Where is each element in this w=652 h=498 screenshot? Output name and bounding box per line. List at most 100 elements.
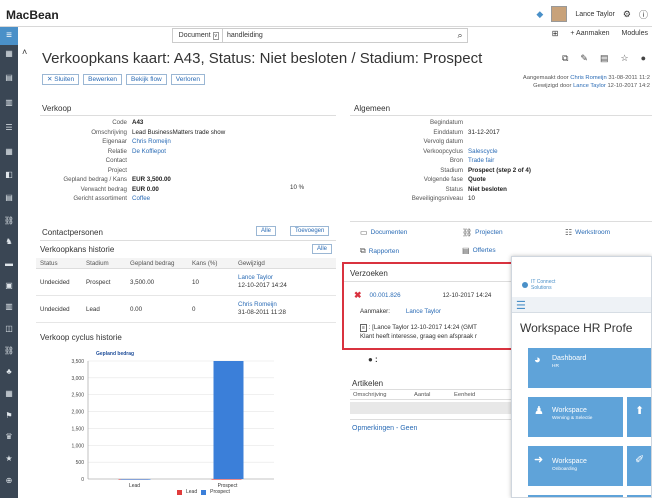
col-eenheid[interactable]: Eenheid <box>454 392 494 398</box>
algemeen-value: Quote <box>468 176 486 183</box>
historie-table: Status Stadium Gepland bedrag Kans (%) G… <box>36 258 336 323</box>
opmerkingen-link[interactable]: Opmerkingen - Geen <box>352 425 417 432</box>
lost-button[interactable]: Verloren <box>170 74 205 85</box>
expand-icon[interactable]: ⊞ <box>552 29 559 38</box>
sidebar-icon-5[interactable]: ▦ <box>3 147 15 156</box>
sidebar-icon-12[interactable]: ▥ <box>3 302 15 311</box>
menu-icon[interactable]: ≡ <box>0 27 18 45</box>
sidebar-icon-9[interactable]: ♞ <box>3 237 15 246</box>
close-icon[interactable]: ✖ <box>354 290 362 301</box>
verkoop-row: Contact <box>40 156 225 166</box>
contact-add-button[interactable]: Toevoegen <box>290 226 330 236</box>
werkstroom-link[interactable]: ☷ Werkstroom <box>565 228 610 237</box>
close-button[interactable]: ✕ Sluiten <box>42 74 80 85</box>
cell-gewijzigd-who[interactable]: Lance Taylor <box>238 274 324 282</box>
sidebar-icon-8[interactable]: ⛓ <box>3 216 15 225</box>
info-icon[interactable]: ● <box>641 53 646 64</box>
search-input[interactable]: handleiding <box>223 32 453 39</box>
sidebar-icon-7[interactable]: ▤ <box>3 193 15 202</box>
verkoop-value: A43 <box>132 119 144 126</box>
avatar[interactable] <box>551 6 568 22</box>
gear-icon[interactable]: ⚙ <box>623 9 631 20</box>
sidebar-icon-6[interactable]: ◧ <box>3 170 15 179</box>
cell-status: Undecided <box>40 305 70 313</box>
dashboard-tile[interactable]: ◕ Dashboard HR <box>528 348 651 388</box>
sidebar-icon-4[interactable]: ☰ <box>3 123 15 132</box>
divider <box>350 115 652 116</box>
search-scope-label: Document <box>178 32 211 39</box>
offertes-link[interactable]: ▤ Offertes <box>462 246 496 255</box>
verzoek-id-link[interactable]: 00.001.826 <box>370 292 401 299</box>
print-icon[interactable]: ▤ <box>600 53 609 64</box>
menu-icon[interactable]: ☰ <box>516 299 526 312</box>
pin-icon[interactable]: ✎ <box>580 53 588 64</box>
bell-icon[interactable]: ◆ <box>536 9 543 20</box>
sidebar-icon-20[interactable]: ⊕ <box>3 476 15 485</box>
col-bedrag[interactable]: Gepland bedrag <box>126 260 188 267</box>
sidebar-icon-17[interactable]: ⚑ <box>3 411 15 420</box>
upload-tile[interactable]: ⬆ <box>627 397 651 437</box>
algemeen-value: 31-12-2017 <box>468 128 500 136</box>
verzoek-row[interactable]: ✖ 00.001.826 12-10-2017 14:24 <box>354 290 491 301</box>
col-omschrijving[interactable]: Omschrijving <box>350 392 414 398</box>
col-kans[interactable]: Kans (%) <box>188 260 234 267</box>
sidebar-icon-10[interactable]: ▬ <box>3 259 15 268</box>
cell-bedrag: 3,500.00 <box>130 278 155 286</box>
verzoeken-heading: Verzoeken <box>350 269 388 278</box>
projecten-link[interactable]: ⛓ Projecten <box>462 228 503 237</box>
algemeen-fields: Begindatum Einddatum 31-12-2017 Vervolg dat… <box>350 118 531 204</box>
col-gewijzigd[interactable]: Gewijzigd <box>234 260 324 267</box>
sidebar-icon-13[interactable]: ◫ <box>3 324 15 333</box>
table-row[interactable]: Undecided Prospect 3,500.00 10 Lance Tay… <box>36 269 336 296</box>
chart-ytick-label: 1,500 <box>71 426 84 432</box>
artikelen-heading: Artikelen <box>352 379 384 388</box>
edit-button[interactable]: Bewerken <box>83 74 123 85</box>
col-status[interactable]: Status <box>36 260 82 267</box>
sidebar-icon-16[interactable]: ▦ <box>3 389 15 398</box>
rapporten-link[interactable]: ⧉ Rapporten <box>360 246 399 256</box>
documenten-link[interactable]: ▭ Documenten <box>360 228 407 237</box>
sidebar-icon-1[interactable]: ▦ <box>3 49 15 58</box>
verkoop-value[interactable]: De Koffiepot <box>132 147 166 157</box>
sidebar-icon-15[interactable]: ♣ <box>3 367 15 376</box>
view-flow-button[interactable]: Bekijk flow <box>126 74 167 85</box>
create-button[interactable]: + Aanmaken <box>570 30 609 37</box>
workspace-bar: ☰ <box>512 297 651 313</box>
star-icon[interactable]: ☆ <box>620 53 628 64</box>
collapse-icon[interactable]: ˄ <box>22 47 27 57</box>
cell-gewijzigd-who[interactable]: Chris Romeijn <box>238 301 324 309</box>
aanmaker-link[interactable]: Lance Taylor <box>406 308 441 315</box>
sidebar-icon-2[interactable]: ▤ <box>3 73 15 82</box>
chart-svg: 05001,0001,5002,0002,5003,0003,500Lead Pr… <box>71 359 274 489</box>
info-icon[interactable]: ⓘ <box>639 8 648 21</box>
cell-kans: 0 <box>192 305 196 313</box>
verkoop-value[interactable]: Chris Romeijn <box>132 137 171 147</box>
copy-icon[interactable]: ⧉ <box>562 53 568 64</box>
created-by-link[interactable]: Chris Romeijn <box>570 75 606 81</box>
contact-all-button[interactable]: Alle <box>256 226 277 236</box>
werving-tile[interactable]: ♟ Workspace Werving & Selectie <box>528 397 623 437</box>
modified-by-link[interactable]: Lance Taylor <box>573 83 606 89</box>
user-name[interactable]: Lance Taylor <box>575 11 615 18</box>
table-row[interactable]: Undecided Lead 0.00 0 Chris Romeijn 31-08… <box>36 296 336 323</box>
sidebar-icon-18[interactable]: ♛ <box>3 432 15 441</box>
sidebar-icon-19[interactable]: ★ <box>3 454 15 463</box>
sidebar-icon-3[interactable]: ▥ <box>3 98 15 107</box>
search-icon[interactable]: ⌕ <box>453 30 467 41</box>
onboarding-label: Workspace <box>552 458 587 465</box>
sidebar-icon-11[interactable]: ▣ <box>3 281 15 290</box>
verkoop-value[interactable]: Coffee <box>132 194 150 204</box>
verkoop-row: Code A43 <box>40 118 225 128</box>
col-stadium[interactable]: Stadium <box>82 260 126 267</box>
modules-button[interactable]: Modules <box>622 30 648 37</box>
sidebar-icon-14[interactable]: ⛓ <box>3 346 15 355</box>
algemeen-value[interactable]: Trade fair <box>468 156 494 166</box>
algemeen-value[interactable]: Salescycle <box>468 147 498 157</box>
cell-stadium: Lead <box>86 305 100 313</box>
col-aantal[interactable]: Aantal <box>414 392 454 398</box>
cell-gewijzigd: Lance Taylor 12-10-2017 14:24 <box>234 274 324 290</box>
search-scope-select[interactable]: Document v <box>173 29 223 42</box>
onboarding-tile[interactable]: ➜ Workspace Onboarding <box>528 446 623 486</box>
historie-all-button[interactable]: Alle <box>312 244 333 254</box>
edit-tile[interactable]: ✐ <box>627 446 651 486</box>
